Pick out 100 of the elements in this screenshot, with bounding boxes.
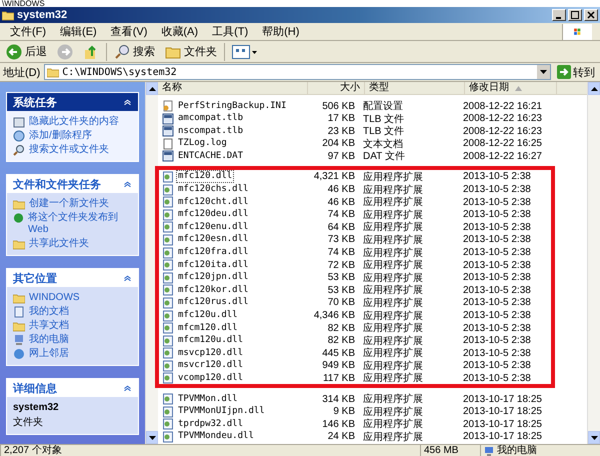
file-size: 4,321 KB: [312, 171, 356, 182]
settings-file-icon: [162, 100, 174, 112]
file-type: 文本文档: [362, 138, 404, 150]
file-size: 24 KB: [326, 431, 356, 442]
address-label: 地址(D): [3, 66, 40, 80]
task-link[interactable]: 添加/删除程序: [13, 130, 132, 142]
column-header[interactable]: 修改日期: [465, 82, 557, 94]
file-name[interactable]: mfc120ita.dll: [176, 258, 250, 272]
menu-item[interactable]: 收藏(A): [154, 24, 206, 39]
file-name[interactable]: TPVMMondeu.dll: [176, 430, 256, 444]
file-size: 74 KB: [326, 247, 356, 258]
panel-title: 详细信息: [13, 382, 57, 396]
file-name[interactable]: vcomp120.dll: [176, 372, 246, 385]
modified-date: 2013-10-5 2:38: [462, 196, 532, 208]
folders-button[interactable]: 文件夹: [162, 42, 220, 62]
panel-title: 系统任务: [13, 96, 57, 110]
address-field[interactable]: C:\WINDOWS\system32: [44, 64, 551, 80]
modified-date: 2013-10-5 2:38: [462, 234, 532, 246]
dll-file-icon: [162, 259, 174, 272]
minimize-button[interactable]: [552, 9, 566, 21]
dll-file-icon: [162, 272, 174, 284]
file-name[interactable]: tprdpw32.dll: [176, 418, 246, 431]
file-name[interactable]: nscompat.tlb: [176, 124, 246, 138]
file-type: 应用程序扩展: [362, 196, 424, 210]
column-header[interactable]: 名称: [158, 82, 308, 94]
modified-date: 2013-10-5 2:38: [462, 284, 532, 296]
file-name[interactable]: msvcr120.dll: [176, 359, 246, 372]
file-type: 应用程序扩展: [362, 360, 424, 372]
scrollbar[interactable]: [587, 82, 600, 444]
go-button[interactable]: 转到: [555, 64, 597, 80]
search-button[interactable]: 搜索: [111, 42, 158, 62]
folder-icon: [13, 198, 25, 210]
folder-icon: [13, 292, 25, 304]
file-type: 应用程序扩展: [362, 184, 424, 196]
task-link[interactable]: 我的文档: [13, 306, 132, 318]
file-name[interactable]: mfc120deu.dll: [176, 208, 250, 222]
file-name[interactable]: mfc120.dll: [176, 170, 234, 184]
search-icon: [13, 144, 25, 156]
file-icon: [162, 125, 174, 138]
file-name[interactable]: ENTCACHE.DAT: [176, 150, 246, 163]
back-button[interactable]: 后退: [3, 42, 50, 62]
file-name[interactable]: TPVMMon.dll: [176, 392, 240, 406]
close-button[interactable]: [584, 9, 598, 21]
file-name[interactable]: mfc120jpn.dll: [176, 271, 250, 284]
task-link[interactable]: 将这个文件夹发布到 Web: [13, 212, 132, 236]
file-name[interactable]: mfcm120u.dll: [176, 334, 246, 348]
file-name[interactable]: TZLog.log: [176, 137, 229, 150]
task-link[interactable]: 网上邻居: [13, 348, 132, 360]
maximize-button[interactable]: [568, 9, 582, 21]
menu-item[interactable]: 查看(V): [104, 24, 154, 39]
file-type: 应用程序扩展: [362, 322, 424, 336]
go-arrow-icon: [557, 65, 571, 79]
chevron-up-icon: [123, 384, 132, 392]
menu-item[interactable]: 工具(T): [205, 24, 256, 39]
file-name[interactable]: mfc120fra.dll: [176, 246, 250, 260]
folder-icon: [13, 320, 25, 332]
file-name[interactable]: TPVMMonUIjpn.dll: [176, 405, 267, 418]
task-link[interactable]: WINDOWS: [13, 292, 132, 304]
chevron-up-icon: [123, 274, 132, 282]
file-name[interactable]: mfc120chs.dll: [176, 183, 250, 196]
dll-file-icon: [162, 296, 174, 309]
task-link[interactable]: 创建一个新文件夹: [13, 198, 132, 210]
file-name[interactable]: msvcp120.dll: [176, 346, 246, 360]
column-header[interactable]: 大小: [308, 82, 365, 94]
task-link[interactable]: 隐藏此文件夹的内容: [13, 116, 132, 128]
maximize-icon: [571, 11, 579, 19]
dll-file-icon: [162, 310, 174, 322]
file-name[interactable]: mfc120rus.dll: [176, 296, 250, 310]
file-name[interactable]: mfc120esn.dll: [176, 233, 250, 246]
dll-file-icon: [162, 334, 174, 347]
modified-date: 2013-10-5 2:38: [462, 209, 532, 220]
file-name[interactable]: mfc120cht.dll: [176, 196, 250, 209]
task-link[interactable]: 共享此文件夹: [13, 238, 132, 250]
file-size: 949 KB: [321, 360, 356, 372]
file-type: 应用程序扩展: [362, 430, 424, 444]
file-name[interactable]: mfc120enu.dll: [176, 220, 250, 234]
file-name[interactable]: PerfStringBackup.INI: [176, 100, 288, 112]
file-name[interactable]: mfc120kor.dll: [176, 284, 250, 297]
file-icon: [162, 112, 174, 125]
task-link[interactable]: 我的电脑: [13, 334, 132, 346]
file-name[interactable]: amcompat.tlb: [176, 112, 246, 126]
menu-item[interactable]: 编辑(E): [53, 24, 104, 39]
modified-date: 2008-12-22 16:23: [462, 113, 543, 124]
task-link[interactable]: 搜索文件或文件夹: [13, 144, 132, 156]
dll-file-icon: [162, 322, 174, 334]
file-type: 应用程序扩展: [362, 372, 424, 386]
file-size: 17 KB: [326, 113, 356, 124]
menu-item[interactable]: 文件(F): [3, 24, 54, 39]
column-header[interactable]: 类型: [365, 82, 465, 94]
file-name[interactable]: mfcm120.dll: [176, 322, 240, 335]
computer-icon: [13, 334, 25, 346]
file-size: 445 KB: [321, 348, 356, 359]
file-type: DAT 文件: [362, 150, 406, 164]
file-icon: [162, 150, 174, 162]
file-name[interactable]: mfc120u.dll: [176, 309, 240, 322]
menu-item[interactable]: 帮助(H): [255, 24, 306, 39]
task-link[interactable]: 共享文档: [13, 320, 132, 332]
scroll-down-icon: [148, 436, 156, 440]
close-icon: [587, 11, 595, 19]
background-window-title: \WINDOWS: [0, 0, 600, 7]
